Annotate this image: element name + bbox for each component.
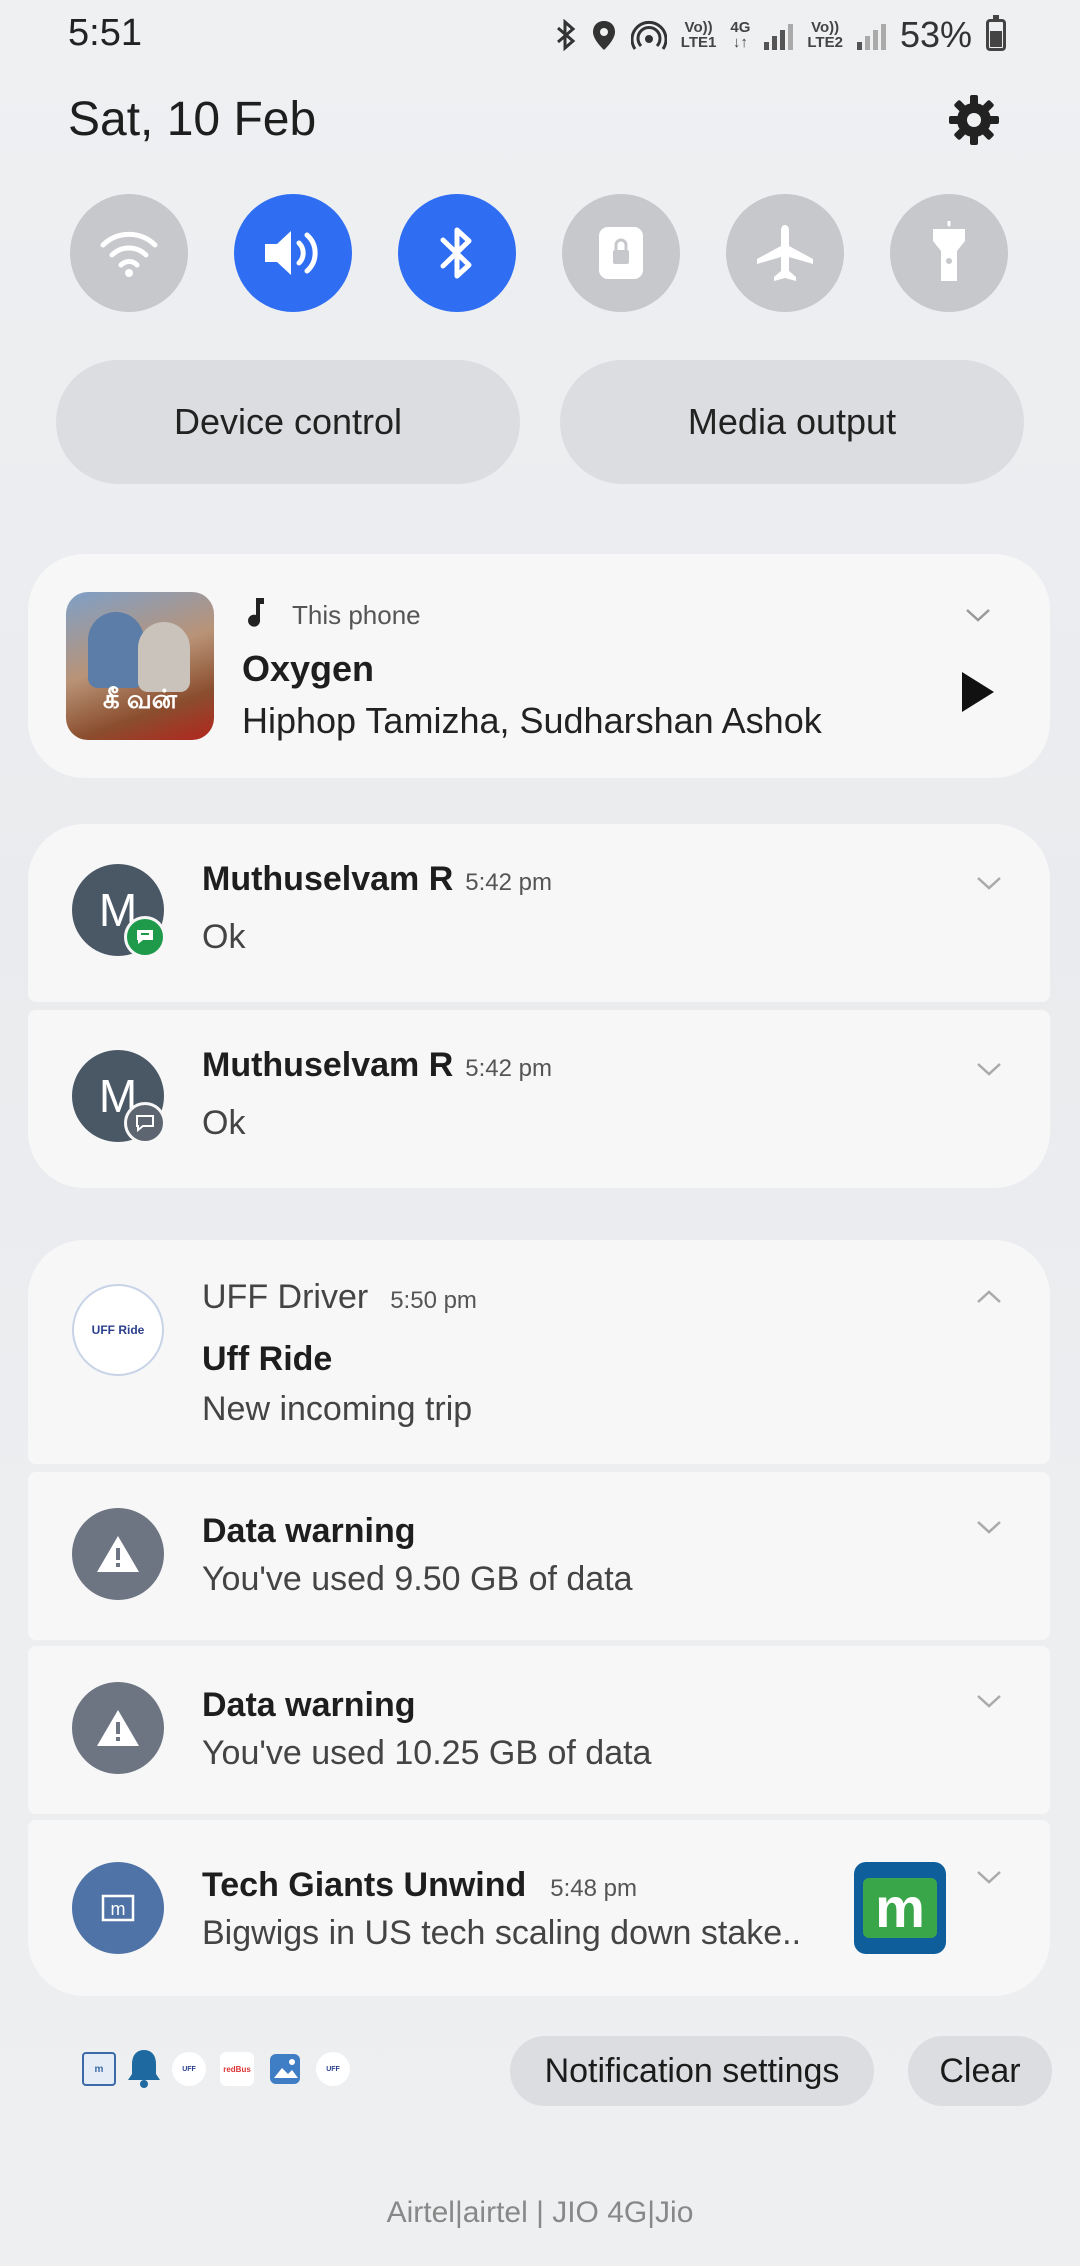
chevron-down-icon[interactable] <box>976 1688 1002 1714</box>
moneycontrol-thumbnail-icon: m <box>854 1862 946 1954</box>
messages-badge-icon <box>124 916 166 958</box>
warning-icon <box>72 1682 164 1774</box>
media-source-label: This phone <box>292 600 421 630</box>
date-label: Sat, 10 Feb <box>68 93 317 146</box>
bell-mini-icon <box>128 2050 160 2088</box>
chevron-down-icon[interactable] <box>976 870 1002 896</box>
notification-text: You've used 10.25 GB of data <box>202 1734 652 1772</box>
gallery-mini-icon <box>270 2054 300 2084</box>
chevron-up-icon[interactable] <box>976 1284 1002 1310</box>
lock-rotation-icon <box>599 227 643 279</box>
message-text: Ok <box>202 1104 246 1142</box>
wifi-icon <box>100 231 158 277</box>
news-mini-icon: m <box>82 2052 116 2086</box>
notification-text: Bigwigs in US tech scaling down stake.. <box>202 1914 802 1952</box>
hotspot-icon <box>630 20 667 50</box>
chevron-down-icon[interactable] <box>976 1056 1002 1082</box>
notification-time: 5:50 pm <box>390 1287 477 1314</box>
notification-text: You've used 9.50 GB of data <box>202 1560 633 1598</box>
data-warning-notification-card[interactable] <box>28 1472 1050 1640</box>
message-time: 5:42 pm <box>465 1055 552 1082</box>
rotation-lock-toggle[interactable] <box>562 194 680 312</box>
speaker-icon <box>265 231 318 275</box>
play-icon[interactable] <box>958 670 996 714</box>
notification-title: Tech Giants Unwind <box>202 1866 527 1904</box>
battery-percent: 53% <box>899 14 972 55</box>
signal2-icon <box>856 20 886 50</box>
news-app-icon: m <box>72 1862 164 1954</box>
media-artist: Hiphop Tamizha, Sudharshan Ashok <box>242 700 822 741</box>
volte2-indicator: Vo)) LTE2 <box>807 19 843 51</box>
message-header: Muthuselvam R 5:42 pm <box>202 860 552 899</box>
bluetooth-toggle[interactable] <box>398 194 516 312</box>
sound-toggle[interactable] <box>234 194 352 312</box>
bluetooth-icon <box>440 227 472 279</box>
network-type-indicator: 4G ↓↑ <box>730 19 751 51</box>
redbus-mini-icon: redBus <box>220 2052 254 2086</box>
chevron-down-icon[interactable] <box>976 1514 1002 1540</box>
uff-mini-icon: UFF <box>172 2052 206 2086</box>
carrier-label: Airtel|airtel | JIO 4G|Jio <box>386 2196 694 2229</box>
message-notification-card[interactable] <box>28 1010 1050 1188</box>
battery-icon <box>986 15 1006 51</box>
sender-name: Muthuselvam R <box>202 1046 454 1084</box>
status-time: 5:51 <box>68 12 142 54</box>
album-art: கீ வன் <box>66 592 214 740</box>
status-icons: Vo)) LTE1 4G ↓↑ Vo)) LTE2 53% <box>555 14 1006 56</box>
notification-time: 5:48 pm <box>550 1875 637 1902</box>
signal1-icon <box>764 20 794 50</box>
album-title-art: கீ வன் <box>103 684 177 714</box>
music-note-icon <box>248 598 264 627</box>
airplane-icon <box>757 225 813 281</box>
flashlight-toggle[interactable] <box>890 194 1008 312</box>
uff-mini-icon: UFF <box>316 2052 350 2086</box>
device-control-button[interactable]: Device control <box>56 360 520 484</box>
airplane-mode-toggle[interactable] <box>726 194 844 312</box>
notification-text: New incoming trip <box>202 1390 473 1428</box>
message-header: Muthuselvam R 5:42 pm <box>202 1046 552 1085</box>
clear-button[interactable]: Clear <box>908 2036 1052 2106</box>
settings-gear-icon[interactable] <box>946 92 1002 148</box>
location-icon <box>592 21 615 50</box>
message-notification-card[interactable] <box>28 824 1050 1002</box>
warning-icon <box>72 1508 164 1600</box>
chevron-down-icon[interactable] <box>965 602 991 628</box>
app-name: UFF Driver <box>202 1278 369 1316</box>
flashlight-icon <box>933 221 965 281</box>
uff-driver-notification-card[interactable] <box>28 1240 1050 1464</box>
uff-logo-icon: UFF Ride <box>72 1284 164 1376</box>
chevron-down-icon[interactable] <box>976 1864 1002 1890</box>
chat-badge-icon <box>124 1102 166 1144</box>
wifi-toggle[interactable] <box>70 194 188 312</box>
data-warning-notification-card[interactable] <box>28 1646 1050 1814</box>
notification-settings-button[interactable]: Notification settings <box>510 2036 874 2106</box>
message-text: Ok <box>202 918 246 956</box>
volte1-indicator: Vo)) LTE1 <box>680 19 717 51</box>
media-track-title: Oxygen <box>242 648 375 689</box>
message-time: 5:42 pm <box>465 869 552 896</box>
uff-header: UFF Driver 5:50 pm <box>202 1278 477 1317</box>
notification-title: Data warning <box>202 1512 416 1550</box>
notification-title: Uff Ride <box>202 1340 333 1378</box>
notification-title: Data warning <box>202 1686 416 1724</box>
svg-text:m: m <box>111 1899 126 1919</box>
bluetooth-status-icon <box>556 19 576 51</box>
media-output-button[interactable]: Media output <box>560 360 1024 484</box>
sender-name: Muthuselvam R <box>202 860 454 898</box>
news-header: Tech Giants Unwind 5:48 pm <box>202 1866 637 1905</box>
